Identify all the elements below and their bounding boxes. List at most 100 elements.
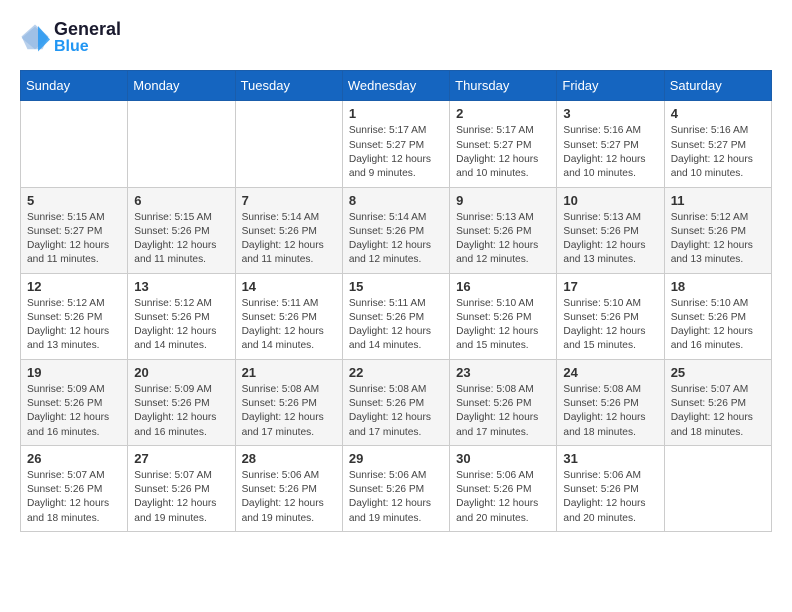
calendar-cell bbox=[21, 101, 128, 187]
calendar-cell: 26 Sunrise: 5:07 AMSunset: 5:26 PMDayligh… bbox=[21, 445, 128, 531]
calendar-cell: 24 Sunrise: 5:08 AMSunset: 5:26 PMDayligh… bbox=[557, 359, 664, 445]
day-number: 4 bbox=[671, 106, 766, 121]
calendar-cell: 5 Sunrise: 5:15 AMSunset: 5:27 PMDaylight… bbox=[21, 187, 128, 273]
day-number: 31 bbox=[563, 451, 658, 466]
day-number: 28 bbox=[242, 451, 337, 466]
day-info: Sunrise: 5:13 AMSunset: 5:26 PMDaylight:… bbox=[563, 211, 658, 268]
calendar-cell: 15Sunrise: 5:11 AMSunset: 5:26 PMDayligh… bbox=[342, 273, 449, 359]
day-info: Sunrise: 5:08 AMSunset: 5:26 PMDaylight:… bbox=[349, 383, 444, 440]
calendar-cell: 23 Sunrise: 5:08 AMSunset: 5:26 PMDayligh… bbox=[450, 359, 557, 445]
day-info: Sunrise: 5:09 AMSunset: 5:26 PMDaylight:… bbox=[134, 383, 229, 440]
day-number: 23 bbox=[456, 365, 551, 380]
calendar-cell: 29 Sunrise: 5:06 AMSunset: 5:26 PMDayligh… bbox=[342, 445, 449, 531]
calendar-cell: 12 Sunrise: 5:12 AMSunset: 5:26 PMDayligh… bbox=[21, 273, 128, 359]
day-info: Sunrise: 5:07 AMSunset: 5:26 PMDaylight:… bbox=[134, 469, 229, 526]
page-header: General Blue bbox=[20, 20, 772, 55]
calendar-cell: 16 Sunrise: 5:10 AMSunset: 5:26 PMDayligh… bbox=[450, 273, 557, 359]
calendar-header-row: SundayMondayTuesdayWednesdayThursdayFrid… bbox=[21, 71, 772, 101]
day-info: Sunrise: 5:06 AMSunset: 5:26 PMDaylight:… bbox=[349, 469, 444, 526]
day-number: 20 bbox=[134, 365, 229, 380]
calendar-cell: 7 Sunrise: 5:14 AMSunset: 5:26 PMDaylight… bbox=[235, 187, 342, 273]
day-number: 26 bbox=[27, 451, 122, 466]
day-info: Sunrise: 5:06 AMSunset: 5:26 PMDaylight:… bbox=[456, 469, 551, 526]
logo-text: General Blue bbox=[54, 20, 121, 55]
calendar-cell: 17 Sunrise: 5:10 AMSunset: 5:26 PMDayligh… bbox=[557, 273, 664, 359]
calendar-cell: 8 Sunrise: 5:14 AMSunset: 5:26 PMDaylight… bbox=[342, 187, 449, 273]
calendar-cell: 27 Sunrise: 5:07 AMSunset: 5:26 PMDayligh… bbox=[128, 445, 235, 531]
weekday-header-tuesday: Tuesday bbox=[235, 71, 342, 101]
logo-icon bbox=[20, 23, 50, 53]
day-info: Sunrise: 5:16 AMSunset: 5:27 PMDaylight:… bbox=[563, 124, 658, 181]
day-number: 22 bbox=[349, 365, 444, 380]
calendar-cell bbox=[664, 445, 771, 531]
calendar-cell: 10Sunrise: 5:13 AMSunset: 5:26 PMDayligh… bbox=[557, 187, 664, 273]
weekday-header-wednesday: Wednesday bbox=[342, 71, 449, 101]
day-info: Sunrise: 5:17 AMSunset: 5:27 PMDaylight:… bbox=[456, 124, 551, 181]
day-info: Sunrise: 5:07 AMSunset: 5:26 PMDaylight:… bbox=[27, 469, 122, 526]
day-number: 18 bbox=[671, 279, 766, 294]
day-number: 17 bbox=[563, 279, 658, 294]
day-number: 16 bbox=[456, 279, 551, 294]
calendar-cell: 25Sunrise: 5:07 AMSunset: 5:26 PMDayligh… bbox=[664, 359, 771, 445]
day-info: Sunrise: 5:12 AMSunset: 5:26 PMDaylight:… bbox=[134, 297, 229, 354]
weekday-header-thursday: Thursday bbox=[450, 71, 557, 101]
calendar-table: SundayMondayTuesdayWednesdayThursdayFrid… bbox=[20, 70, 772, 532]
weekday-header-sunday: Sunday bbox=[21, 71, 128, 101]
day-number: 14 bbox=[242, 279, 337, 294]
day-info: Sunrise: 5:09 AMSunset: 5:26 PMDaylight:… bbox=[27, 383, 122, 440]
logo: General Blue bbox=[20, 20, 121, 55]
day-info: Sunrise: 5:12 AMSunset: 5:26 PMDaylight:… bbox=[671, 211, 766, 268]
day-info: Sunrise: 5:16 AMSunset: 5:27 PMDaylight:… bbox=[671, 124, 766, 181]
calendar-cell bbox=[235, 101, 342, 187]
day-info: Sunrise: 5:11 AMSunset: 5:26 PMDaylight:… bbox=[349, 297, 444, 354]
day-number: 12 bbox=[27, 279, 122, 294]
calendar-cell: 21Sunrise: 5:08 AMSunset: 5:26 PMDayligh… bbox=[235, 359, 342, 445]
calendar-cell: 3Sunrise: 5:16 AMSunset: 5:27 PMDaylight… bbox=[557, 101, 664, 187]
weekday-header-monday: Monday bbox=[128, 71, 235, 101]
calendar-cell: 28 Sunrise: 5:06 AMSunset: 5:26 PMDayligh… bbox=[235, 445, 342, 531]
calendar-cell: 4 Sunrise: 5:16 AMSunset: 5:27 PMDaylight… bbox=[664, 101, 771, 187]
calendar-week-row: 19 Sunrise: 5:09 AMSunset: 5:26 PMDayligh… bbox=[21, 359, 772, 445]
calendar-cell: 31 Sunrise: 5:06 AMSunset: 5:26 PMDayligh… bbox=[557, 445, 664, 531]
day-number: 19 bbox=[27, 365, 122, 380]
day-info: Sunrise: 5:12 AMSunset: 5:26 PMDaylight:… bbox=[27, 297, 122, 354]
calendar-cell: 18 Sunrise: 5:10 AMSunset: 5:26 PMDayligh… bbox=[664, 273, 771, 359]
day-info: Sunrise: 5:08 AMSunset: 5:26 PMDaylight:… bbox=[456, 383, 551, 440]
calendar-week-row: 26 Sunrise: 5:07 AMSunset: 5:26 PMDayligh… bbox=[21, 445, 772, 531]
calendar-cell: 14 Sunrise: 5:11 AMSunset: 5:26 PMDayligh… bbox=[235, 273, 342, 359]
day-number: 21 bbox=[242, 365, 337, 380]
day-number: 5 bbox=[27, 193, 122, 208]
day-number: 6 bbox=[134, 193, 229, 208]
day-info: Sunrise: 5:15 AMSunset: 5:26 PMDaylight:… bbox=[134, 211, 229, 268]
day-info: Sunrise: 5:13 AMSunset: 5:26 PMDaylight:… bbox=[456, 211, 551, 268]
day-number: 1 bbox=[349, 106, 444, 121]
day-info: Sunrise: 5:14 AMSunset: 5:26 PMDaylight:… bbox=[242, 211, 337, 268]
day-info: Sunrise: 5:06 AMSunset: 5:26 PMDaylight:… bbox=[242, 469, 337, 526]
day-number: 27 bbox=[134, 451, 229, 466]
day-info: Sunrise: 5:11 AMSunset: 5:26 PMDaylight:… bbox=[242, 297, 337, 354]
day-number: 2 bbox=[456, 106, 551, 121]
calendar-cell: 19 Sunrise: 5:09 AMSunset: 5:26 PMDayligh… bbox=[21, 359, 128, 445]
day-info: Sunrise: 5:08 AMSunset: 5:26 PMDaylight:… bbox=[563, 383, 658, 440]
day-number: 11 bbox=[671, 193, 766, 208]
day-number: 7 bbox=[242, 193, 337, 208]
calendar-cell: 6 Sunrise: 5:15 AMSunset: 5:26 PMDaylight… bbox=[128, 187, 235, 273]
day-number: 24 bbox=[563, 365, 658, 380]
calendar-cell: 11 Sunrise: 5:12 AMSunset: 5:26 PMDayligh… bbox=[664, 187, 771, 273]
day-number: 8 bbox=[349, 193, 444, 208]
day-number: 30 bbox=[456, 451, 551, 466]
day-info: Sunrise: 5:06 AMSunset: 5:26 PMDaylight:… bbox=[563, 469, 658, 526]
day-info: Sunrise: 5:10 AMSunset: 5:26 PMDaylight:… bbox=[671, 297, 766, 354]
day-info: Sunrise: 5:10 AMSunset: 5:26 PMDaylight:… bbox=[456, 297, 551, 354]
calendar-week-row: 12 Sunrise: 5:12 AMSunset: 5:26 PMDayligh… bbox=[21, 273, 772, 359]
calendar-cell: 22 Sunrise: 5:08 AMSunset: 5:26 PMDayligh… bbox=[342, 359, 449, 445]
calendar-cell: 2 Sunrise: 5:17 AMSunset: 5:27 PMDaylight… bbox=[450, 101, 557, 187]
day-info: Sunrise: 5:10 AMSunset: 5:26 PMDaylight:… bbox=[563, 297, 658, 354]
calendar-cell: 9Sunrise: 5:13 AMSunset: 5:26 PMDaylight… bbox=[450, 187, 557, 273]
calendar-cell: 13Sunrise: 5:12 AMSunset: 5:26 PMDayligh… bbox=[128, 273, 235, 359]
day-info: Sunrise: 5:14 AMSunset: 5:26 PMDaylight:… bbox=[349, 211, 444, 268]
day-info: Sunrise: 5:15 AMSunset: 5:27 PMDaylight:… bbox=[27, 211, 122, 268]
calendar-cell: 20 Sunrise: 5:09 AMSunset: 5:26 PMDayligh… bbox=[128, 359, 235, 445]
day-number: 29 bbox=[349, 451, 444, 466]
day-number: 25 bbox=[671, 365, 766, 380]
